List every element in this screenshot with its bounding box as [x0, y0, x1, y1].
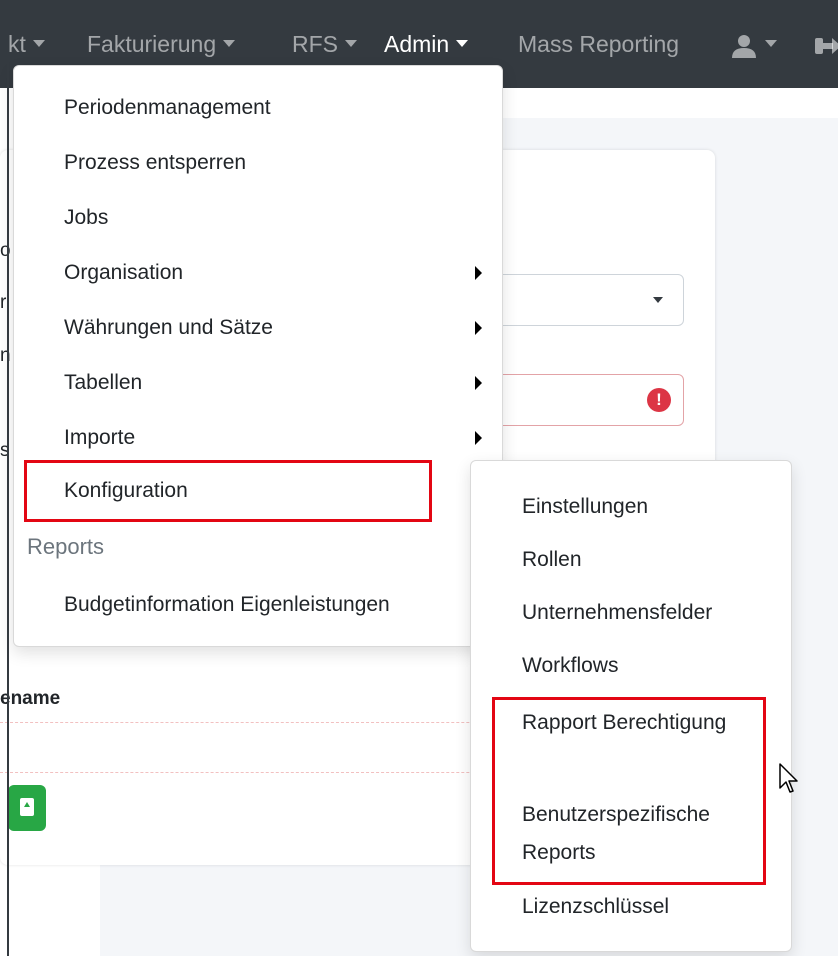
highlight-box-report-items: [492, 697, 766, 885]
menu-item-tabellen[interactable]: Tabellen: [64, 363, 142, 403]
nav-item-rfs[interactable]: RFS: [292, 24, 357, 64]
chevron-right-icon: [475, 321, 482, 335]
column-header: ename: [0, 688, 61, 709]
user-icon: [732, 34, 756, 58]
chevron-right-icon: [475, 266, 482, 280]
submenu-item-einstellungen[interactable]: Einstellungen: [522, 488, 648, 526]
admin-dropdown-menu: Periodenmanagement Prozess entsperren Jo…: [13, 65, 503, 647]
submenu-item-lizenzschluessel[interactable]: Lizenzschlüssel: [522, 888, 669, 926]
menu-item-periodenmanagement[interactable]: Periodenmanagement: [64, 88, 271, 128]
submenu-item-unternehmensfelder[interactable]: Unternehmensfelder: [522, 594, 712, 632]
logout-button[interactable]: [815, 24, 838, 64]
submenu-item-workflows[interactable]: Workflows: [522, 647, 618, 685]
logout-icon: [815, 37, 838, 54]
chevron-down-icon: [653, 297, 663, 303]
file-upload-icon: [20, 798, 34, 816]
menu-item-organisation[interactable]: Organisation: [64, 253, 183, 293]
nav-item-mass-reporting[interactable]: Mass Reporting: [518, 24, 679, 64]
user-menu-button[interactable]: [730, 24, 777, 64]
window-edge: [7, 0, 9, 956]
nav-item-label: RFS: [292, 31, 338, 57]
chevron-right-icon: [475, 431, 482, 445]
nav-item-label: Admin: [384, 31, 450, 57]
menu-section-header-reports: Reports: [27, 534, 105, 559]
nav-item-fakturierung[interactable]: Fakturierung: [87, 24, 236, 64]
caret-down-icon: [456, 40, 469, 48]
menu-item-prozess-entsperren[interactable]: Prozess entsperren: [64, 143, 246, 183]
nav-item-admin[interactable]: Admin: [384, 24, 469, 64]
nav-item-label: Mass Reporting: [518, 31, 680, 57]
chevron-right-icon: [475, 376, 482, 390]
menu-item-jobs[interactable]: Jobs: [64, 198, 108, 238]
mouse-cursor-icon: [779, 763, 798, 793]
caret-down-icon: [32, 40, 45, 48]
caret-down-icon: [345, 40, 357, 48]
nav-item-label: Fakturierung: [87, 31, 217, 57]
menu-item-waehrungen-und-saetze[interactable]: Währungen und Sätze: [64, 308, 273, 348]
menu-item-importe[interactable]: Importe: [64, 418, 135, 458]
caret-down-icon: [223, 40, 236, 48]
add-file-button[interactable]: [8, 785, 46, 831]
error-icon: !: [647, 388, 671, 412]
nav-item-label: kt: [8, 31, 26, 57]
truncated-label: r: [0, 292, 7, 313]
caret-down-icon: [765, 40, 777, 48]
nav-item-kt[interactable]: kt: [8, 24, 45, 64]
highlight-box-konfiguration: [24, 460, 432, 522]
menu-item-budgetinformation-eigenleistungen[interactable]: Budgetinformation Eigenleistungen: [64, 585, 390, 625]
submenu-item-rollen[interactable]: Rollen: [522, 541, 582, 579]
